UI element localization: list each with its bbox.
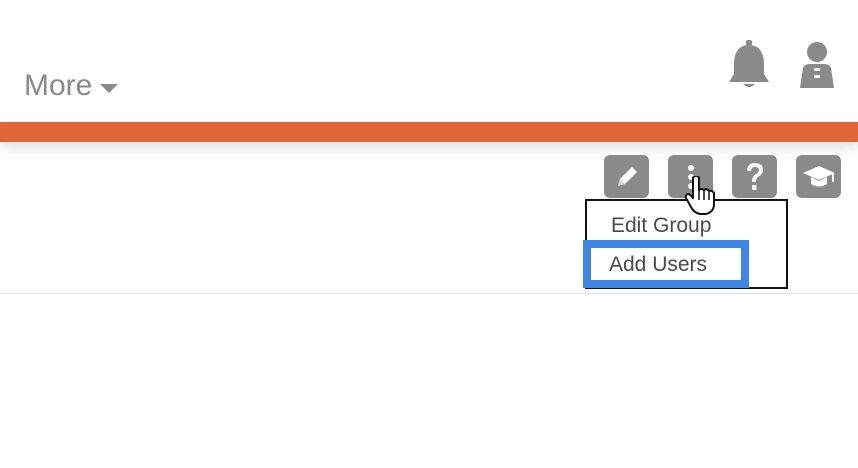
- menu-item-add-users[interactable]: Add Users: [609, 252, 707, 278]
- user-icon[interactable]: [796, 40, 838, 90]
- page: More Edit Group Add Users: [0, 0, 858, 468]
- highlight-add-users: Add Users: [583, 240, 749, 288]
- accent-bar: [0, 122, 858, 142]
- help-icon: [746, 162, 763, 190]
- learn-button[interactable]: [796, 155, 841, 198]
- caret-down-icon: [100, 83, 119, 93]
- pencil-icon: [617, 166, 637, 186]
- help-button[interactable]: [732, 155, 777, 198]
- divider: [0, 293, 858, 294]
- hand-cursor-icon: [684, 175, 718, 216]
- more-menu[interactable]: More: [24, 68, 119, 104]
- edit-button[interactable]: [604, 155, 649, 198]
- bell-icon[interactable]: [726, 40, 772, 90]
- graduation-cap-icon: [802, 165, 835, 186]
- menu-item-edit-group[interactable]: Edit Group: [611, 213, 711, 239]
- more-label: More: [24, 69, 93, 102]
